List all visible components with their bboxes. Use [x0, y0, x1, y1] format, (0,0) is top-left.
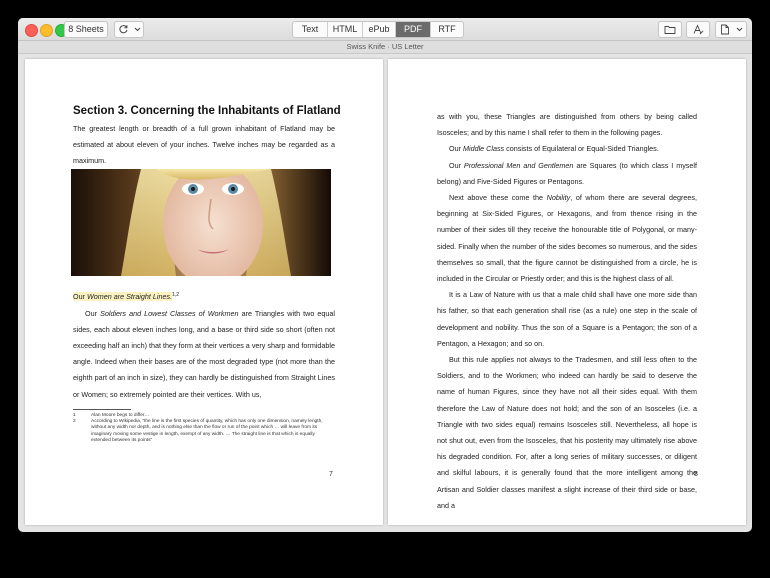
chevron-down-icon: [736, 27, 743, 32]
footnotes: 1 Alan Moore begs to differ… 2 According…: [73, 413, 335, 444]
body-text: Our Women are Straight Lines.1,2 Our Sol…: [73, 287, 335, 403]
tab-epub[interactable]: ePub: [363, 22, 396, 37]
tab-html[interactable]: HTML: [328, 22, 363, 37]
toolbar: 8 Sheets Text HTML ePub PDF RTF: [18, 18, 752, 41]
export-button[interactable]: [715, 21, 747, 38]
format-tabs: Text HTML ePub PDF RTF: [292, 21, 464, 38]
document-icon: [721, 24, 729, 35]
footnote-divider: [73, 409, 131, 410]
intro-text: The greatest length or breadth of a full…: [73, 124, 335, 166]
paragraph: But this rule applies not always to the …: [437, 355, 697, 510]
page-right: as with you, these Triangles are disting…: [388, 59, 746, 525]
intro-paragraph: The greatest length or breadth of a full…: [73, 121, 335, 170]
folder-button[interactable]: [658, 21, 682, 38]
paragraph: It is a Law of Nature with us that a mal…: [437, 290, 697, 348]
paragraph: Our Professional Men and Gentlemen are S…: [437, 160, 697, 186]
paragraph: Our Middle Class consists of Equilateral…: [449, 144, 659, 154]
tab-rtf[interactable]: RTF: [431, 22, 463, 37]
body-text: as with you, these Triangles are disting…: [437, 109, 697, 514]
portrait-photo: [71, 169, 331, 276]
tab-text[interactable]: Text: [293, 22, 328, 37]
close-window-button[interactable]: [25, 24, 38, 37]
paragraph: Next above these come the Nobility, of w…: [437, 193, 698, 284]
page-left: Section 3. Concerning the Inhabitants of…: [25, 59, 383, 525]
minimize-window-button[interactable]: [40, 24, 53, 37]
font-button[interactable]: [686, 21, 710, 38]
soldiers-paragraph: Our Soldiers and Lowest Classes of Workm…: [73, 308, 335, 399]
highlighted-line: Our Women are Straight Lines.1,2: [73, 292, 180, 302]
font-icon: [693, 24, 704, 35]
page-number: 8: [694, 471, 698, 478]
chevron-down-icon: [134, 27, 141, 32]
app-window: 8 Sheets Text HTML ePub PDF RTF Swiss Kn…: [18, 18, 752, 532]
tab-pdf[interactable]: PDF: [396, 22, 431, 37]
paragraph: as with you, these Triangles are disting…: [437, 112, 697, 138]
sheets-button[interactable]: 8 Sheets: [64, 21, 108, 38]
document-subtitle-bar: Swiss Knife · US Letter: [18, 41, 752, 54]
section-heading: Section 3. Concerning the Inhabitants of…: [73, 105, 341, 117]
folder-icon: [664, 26, 676, 34]
refresh-button[interactable]: [114, 21, 144, 38]
document-subtitle: Swiss Knife · US Letter: [346, 42, 424, 51]
footnote: 2 According to Wikipedia, “the line is t…: [73, 419, 323, 443]
refresh-icon: [119, 25, 128, 34]
page-number: 7: [329, 471, 333, 478]
